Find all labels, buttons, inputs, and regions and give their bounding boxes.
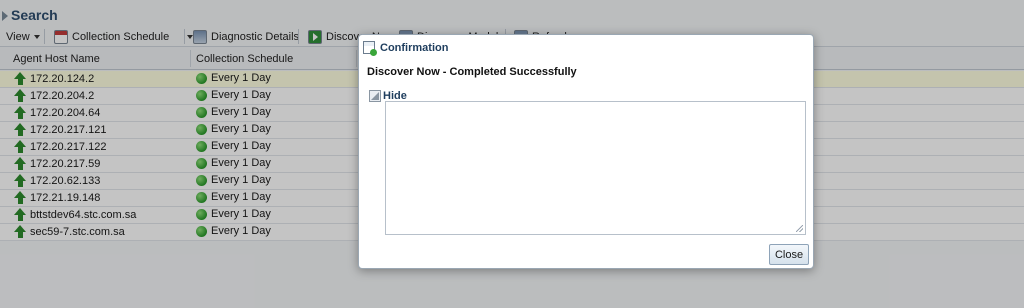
details-textarea[interactable] bbox=[385, 101, 806, 235]
confirmation-dialog: Confirmation Discover Now - Completed Su… bbox=[358, 34, 814, 269]
confirmation-icon bbox=[363, 41, 377, 56]
dialog-header: Confirmation bbox=[359, 35, 813, 61]
resize-grip-icon[interactable] bbox=[796, 225, 803, 232]
collapse-icon bbox=[369, 90, 381, 102]
dialog-title: Confirmation bbox=[380, 42, 449, 54]
dialog-message: Discover Now - Completed Successfully bbox=[367, 66, 577, 78]
app-window: Search View Collection Schedule Diagnost… bbox=[0, 0, 1024, 308]
close-button[interactable]: Close bbox=[769, 244, 809, 265]
